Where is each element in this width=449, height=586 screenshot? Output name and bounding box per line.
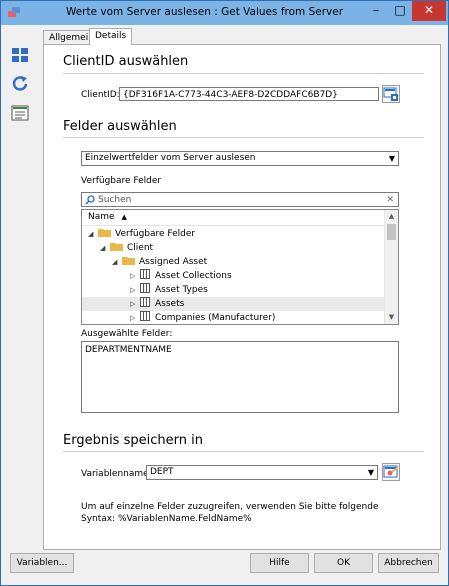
available-fields-tree[interactable]: Name ▲ ◢ Verfügbare Felder ◢ Client ◢ Assig…	[81, 209, 399, 325]
maximize-button[interactable]: □	[388, 1, 412, 21]
expanded-icon[interactable]: ◢	[88, 227, 98, 241]
expanded-icon[interactable]: ◢	[100, 241, 110, 255]
collapsed-icon[interactable]: ▷	[130, 311, 140, 324]
folder-icon	[110, 243, 123, 251]
scroll-thumb[interactable]	[387, 224, 396, 240]
search-placeholder: Suchen	[98, 195, 132, 205]
folder-icon	[98, 229, 111, 237]
selected-field-value: DEPARTMENTNAME	[85, 345, 172, 355]
search-input[interactable]: Suchen ✕	[81, 192, 399, 207]
table-icon	[140, 269, 150, 279]
result-section-title: Ergebnis speichern in	[63, 433, 203, 448]
fields-section-title: Felder auswählen	[63, 119, 177, 134]
tree-item-assets[interactable]: ▷ Assets	[82, 297, 385, 311]
expanded-icon[interactable]: ◢	[112, 255, 122, 269]
table-icon	[140, 297, 150, 307]
variable-name-value: DEPT	[150, 467, 174, 477]
variable-name-select[interactable]: DEPT ▼	[146, 465, 378, 480]
tab-details[interactable]: Details	[89, 28, 133, 45]
tree-column-header[interactable]: Name ▲	[82, 210, 398, 226]
chevron-down-icon: ▼	[388, 154, 395, 163]
sort-ascending-icon: ▲	[121, 213, 127, 221]
collapsed-icon[interactable]: ▷	[130, 283, 140, 297]
clientid-field[interactable]: {DF316F1A-C773-44C3-AEF8-D2CDDAFC6B7D}	[119, 87, 379, 101]
divider	[63, 137, 424, 138]
tree-item-client[interactable]: ◢ Client	[100, 241, 153, 255]
tree-scrollbar[interactable]: ▲ ▼	[384, 210, 398, 324]
table-icon	[140, 283, 150, 293]
ok-button[interactable]: OK	[314, 553, 373, 573]
tree-item-companies[interactable]: ▷ Companies (Manufacturer)	[130, 311, 276, 324]
divider	[63, 73, 424, 74]
clear-search-icon[interactable]: ✕	[386, 193, 394, 207]
close-button[interactable]: ✕	[412, 1, 446, 21]
help-button[interactable]: Hilfe	[250, 553, 309, 573]
scroll-up-icon[interactable]: ▲	[385, 210, 398, 223]
title-bar[interactable]: Werte vom Server auslesen : Get Values f…	[1, 1, 448, 25]
field-mode-value: Einzelwertfelder vom Server auslesen	[85, 153, 256, 163]
layout-grid-icon[interactable]	[10, 45, 30, 65]
tree-item-asset-types[interactable]: ▷ Asset Types	[130, 283, 208, 297]
clientid-picker-button[interactable]	[382, 85, 400, 103]
folder-icon	[122, 257, 135, 265]
syntax-hint: Um auf einzelne Felder zuzugreifen, verw…	[81, 502, 379, 524]
pick-client-icon	[383, 87, 398, 101]
form-icon[interactable]	[10, 103, 30, 123]
scroll-down-icon[interactable]: ▼	[385, 311, 398, 324]
tab-allgemein[interactable]: Allgemein	[43, 30, 94, 45]
chevron-down-icon: ▼	[367, 468, 374, 477]
variable-name-label: Variablenname:	[81, 469, 152, 479]
tree-item-verfugbare-felder[interactable]: ◢ Verfügbare Felder	[88, 227, 195, 241]
tree-item-label: Asset Types	[155, 285, 208, 295]
tree-item-label: Client	[127, 243, 154, 253]
divider	[63, 451, 424, 452]
variable-picker-button[interactable]	[382, 463, 400, 481]
collapsed-icon[interactable]: ▷	[130, 297, 140, 311]
search-icon	[85, 195, 95, 205]
client-section-title: ClientID auswählen	[63, 54, 189, 69]
tree-item-label: Assets	[155, 299, 185, 309]
minimize-button[interactable]: –	[364, 1, 388, 21]
refresh-icon[interactable]	[10, 74, 30, 94]
left-toolbar	[10, 45, 36, 132]
window-title: Werte vom Server auslesen : Get Values f…	[65, 6, 344, 18]
available-fields-label: Verfügbare Felder	[81, 176, 162, 186]
details-panel: ClientID auswählen ClientID: {DF316F1A-C…	[43, 44, 441, 550]
tree-item-assigned-asset[interactable]: ◢ Assigned Asset	[112, 255, 207, 269]
table-icon	[140, 311, 150, 321]
collapsed-icon[interactable]: ▷	[130, 269, 140, 283]
tree-item-asset-collections[interactable]: ▷ Asset Collections	[130, 269, 232, 283]
dialog-window: Werte vom Server auslesen : Get Values f…	[0, 0, 449, 586]
selected-fields-area[interactable]: DEPARTMENTNAME	[81, 341, 399, 413]
field-mode-select[interactable]: Einzelwertfelder vom Server auslesen ▼	[81, 151, 399, 166]
cancel-button[interactable]: Abbrechen	[378, 553, 439, 573]
tree-item-label: Companies (Manufacturer)	[155, 313, 276, 323]
variable-picker-icon	[383, 465, 398, 478]
tree-item-label: Assigned Asset	[139, 257, 208, 267]
selected-fields-label: Ausgewählte Felder:	[81, 329, 173, 339]
variables-button[interactable]: Variablen...	[10, 553, 74, 573]
tree-item-label: Verfügbare Felder	[115, 229, 196, 239]
tree-item-label: Asset Collections	[155, 271, 232, 281]
name-column-label: Name	[88, 212, 115, 222]
clientid-label: ClientID:	[81, 90, 120, 100]
